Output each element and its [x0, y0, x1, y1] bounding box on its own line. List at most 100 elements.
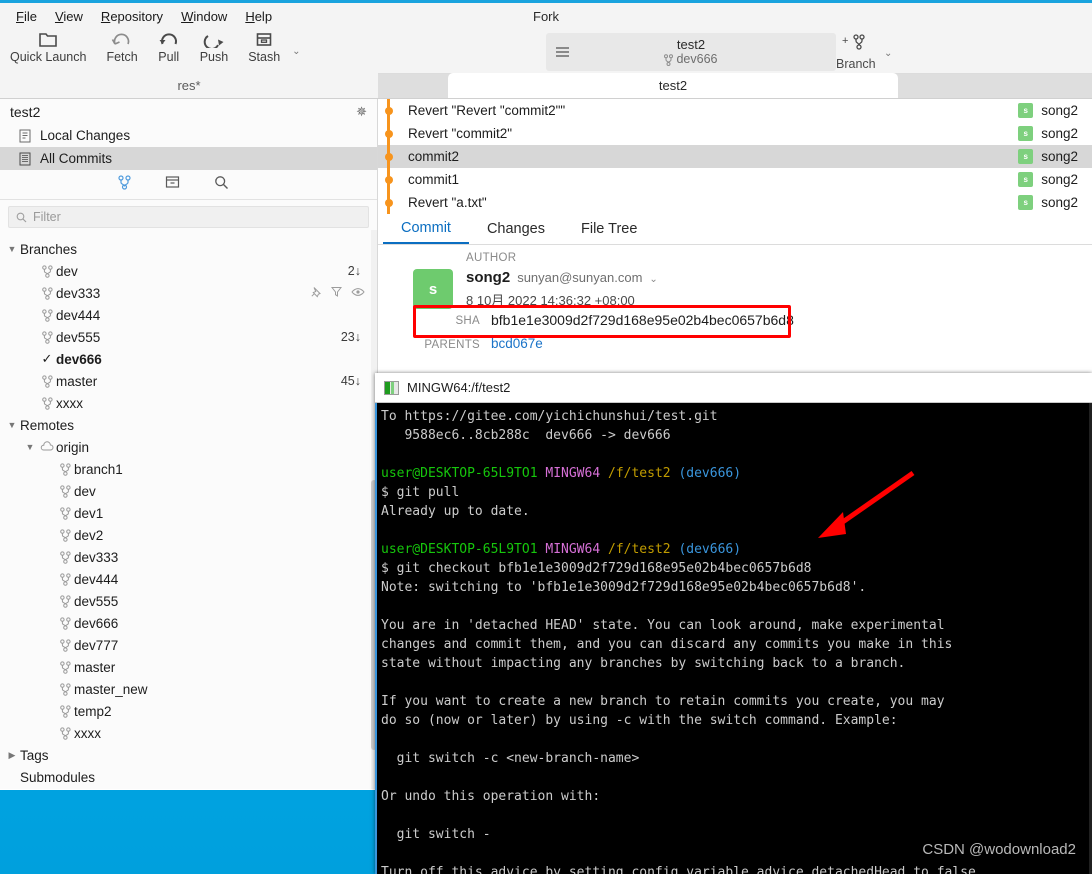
branch-ahead-count: 23↓: [340, 330, 361, 344]
stash-caret-icon[interactable]: ⌄: [292, 46, 300, 57]
tree-item-temp2[interactable]: temp2: [0, 700, 377, 722]
chevron-right-icon[interactable]: ▶: [4, 750, 20, 761]
chevron-down-icon[interactable]: ▼: [22, 442, 38, 452]
tree-item-label: dev333: [74, 549, 119, 565]
tree-item-dev444[interactable]: dev444: [0, 568, 377, 590]
tree-item-master[interactable]: master: [0, 656, 377, 678]
commit-row[interactable]: commit2 s song2: [378, 145, 1092, 168]
tab-changes[interactable]: Changes: [469, 214, 563, 244]
repo-selector[interactable]: test2 dev666: [546, 33, 836, 71]
terminal-line: do so (now or later) by using -c with th…: [381, 711, 1092, 730]
terminal-line: You are in 'detached HEAD' state. You ca…: [381, 616, 1092, 635]
tree-item-label: dev: [74, 483, 96, 499]
quick-launch-button[interactable]: Quick Launch: [0, 29, 96, 64]
terminal-line: $ git pull: [381, 483, 1092, 502]
commit-row[interactable]: Revert "commit2" s song2: [378, 122, 1092, 145]
tree-item-xxxx[interactable]: xxxx: [0, 392, 377, 414]
terminal-titlebar[interactable]: MINGW64:/f/test2: [375, 373, 1092, 403]
tab-commit[interactable]: Commit: [383, 214, 469, 244]
commit-row[interactable]: Revert "Revert "commit2"" s song2: [378, 99, 1092, 122]
tree-item-origin[interactable]: ▼ origin: [0, 436, 377, 458]
terminal-text: Turn off this advice by setting config v…: [381, 865, 976, 874]
folder-icon: [38, 30, 58, 49]
search-icon[interactable]: [214, 175, 229, 195]
tree-item-master[interactable]: master 45↓: [0, 370, 377, 392]
fetch-button[interactable]: Fetch: [96, 29, 147, 64]
tree-item-dev555[interactable]: dev555: [0, 590, 377, 612]
archive-icon[interactable]: [165, 175, 180, 194]
tree-item-dev555[interactable]: dev555 23↓: [0, 326, 377, 348]
sha-value[interactable]: bfb1e1e3009d2f729d168e95e02b4bec0657b6d8: [491, 312, 794, 328]
tree-item-remotes[interactable]: ▼ Remotes: [0, 414, 377, 436]
menu-repository[interactable]: Repository: [92, 7, 172, 26]
menu-help[interactable]: Help: [236, 7, 281, 26]
commit-message: Revert "commit2": [408, 126, 513, 141]
menu-file-rest: ile: [23, 8, 37, 24]
menu-file[interactable]: File: [7, 7, 46, 26]
hamburger-icon[interactable]: [556, 47, 569, 57]
svg-text:+: +: [842, 35, 848, 47]
tree-item-dev333[interactable]: dev333: [0, 282, 377, 304]
tree-item-dev2[interactable]: dev2: [0, 524, 377, 546]
terminal-text: Or undo this operation with:: [381, 789, 601, 804]
tree-item-dev666[interactable]: ✓ dev666: [0, 348, 377, 370]
tree-item-label: dev444: [56, 307, 101, 323]
tree-item-branches[interactable]: ▼ Branches: [0, 238, 377, 260]
filter-placeholder: Filter: [33, 210, 61, 224]
fetch-label: Fetch: [106, 50, 138, 64]
stash-button[interactable]: Stash: [238, 29, 290, 64]
commit-row[interactable]: commit1 s song2: [378, 168, 1092, 191]
tree-item-label: Tags: [20, 747, 49, 763]
tree-item-dev777[interactable]: dev777: [0, 634, 377, 656]
tree-item-label: dev: [56, 263, 78, 279]
terminal-line: Turn off this advice by setting config v…: [381, 863, 1092, 874]
tree-item-xxxx[interactable]: xxxx: [0, 722, 377, 744]
commit-row[interactable]: Revert "a.txt" s song2: [378, 191, 1092, 214]
filter-icon[interactable]: [330, 286, 343, 301]
chevron-down-icon[interactable]: ▼: [4, 244, 20, 254]
quick-launch-label: Quick Launch: [10, 50, 87, 64]
new-branch-button[interactable]: + Branch: [836, 33, 876, 71]
tree-item-dev666[interactable]: dev666: [0, 612, 377, 634]
tree-item-dev1[interactable]: dev1: [0, 502, 377, 524]
commit-graph-cell: [378, 168, 408, 191]
commits-icon: [18, 152, 32, 166]
pull-button[interactable]: Pull: [148, 29, 190, 64]
parents-label: PARENTS: [424, 339, 480, 351]
tree-item-dev[interactable]: dev 2↓: [0, 260, 377, 282]
commit-graph-cell: [378, 99, 408, 122]
terminal-text: git switch -: [381, 827, 491, 842]
eye-icon[interactable]: [351, 286, 365, 301]
tree-item-label: dev444: [74, 571, 119, 587]
menu-window[interactable]: Window: [172, 7, 236, 26]
tree-item-tags[interactable]: ▶ Tags: [0, 744, 377, 766]
chevron-down-icon[interactable]: ⌄: [649, 274, 657, 285]
tab-file-tree[interactable]: File Tree: [563, 214, 655, 244]
terminal-output[interactable]: To https://gitee.com/yichichunshui/test.…: [375, 403, 1092, 874]
terminal-line: Note: switching to 'bfb1e1e3009d2f729d16…: [381, 578, 1092, 597]
tree-item-branch1[interactable]: branch1: [0, 458, 377, 480]
branch-caret-icon[interactable]: ⌄: [884, 48, 892, 59]
commit-message: commit1: [408, 172, 460, 187]
tree-item-master-new[interactable]: master_new: [0, 678, 377, 700]
branch-icon: [38, 396, 56, 410]
tree-item-submodules[interactable]: Submodules: [0, 766, 377, 788]
tree-item-dev444[interactable]: dev444: [0, 304, 377, 326]
chevron-down-icon[interactable]: ▼: [4, 420, 20, 430]
parents-value[interactable]: bcd067e: [491, 336, 543, 351]
tree-item-dev[interactable]: dev: [0, 480, 377, 502]
branch-filter-icon[interactable]: [118, 174, 131, 195]
sidebar-item-all-commits[interactable]: All Commits: [0, 147, 377, 170]
pin-icon[interactable]: [310, 286, 322, 301]
gear-icon[interactable]: ✵: [356, 104, 367, 120]
filter-input[interactable]: Filter: [8, 206, 369, 228]
tree-item-dev333[interactable]: dev333: [0, 546, 377, 568]
tab-test2[interactable]: test2: [448, 73, 898, 98]
sidebar-repo-header: test2 ✵: [0, 99, 377, 124]
menu-view[interactable]: View: [46, 7, 92, 26]
sidebar-item-local-changes[interactable]: Local Changes: [0, 124, 377, 147]
graph-commit-dot: [384, 176, 393, 184]
push-button[interactable]: Push: [190, 29, 239, 64]
